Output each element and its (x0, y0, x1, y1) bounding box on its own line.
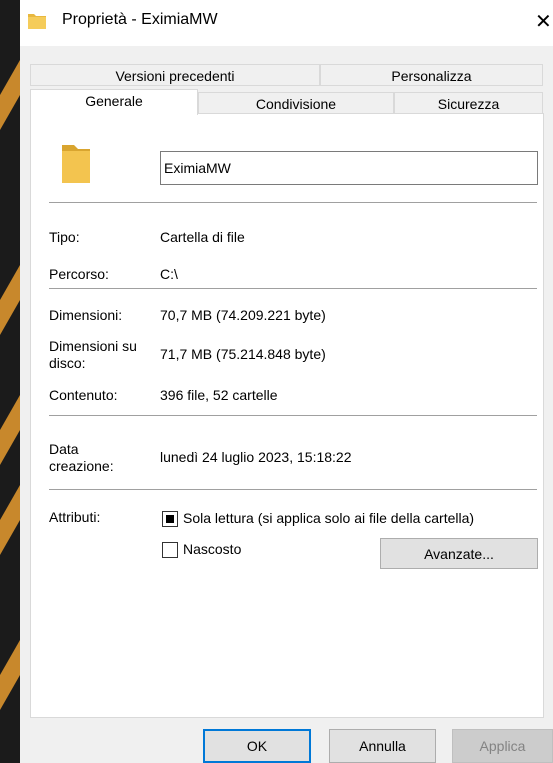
readonly-label: Sola lettura (si applica solo ai file de… (183, 510, 475, 526)
cancel-button[interactable]: Annulla (329, 729, 436, 763)
indeterminate-indicator (166, 515, 174, 523)
size-on-disk-value: 71,7 MB (75.214.848 byte) (160, 346, 326, 362)
title-bar: Proprietà - EximiaMW ✕ (20, 0, 553, 46)
contents-value: 396 file, 52 cartelle (160, 387, 278, 403)
type-label: Tipo: (49, 229, 80, 245)
apply-button[interactable]: Applica (452, 729, 553, 763)
size-label: Dimensioni: (49, 307, 123, 323)
hidden-label: Nascosto (183, 541, 242, 557)
attributes-label: Attributi: (49, 509, 101, 525)
created-label: Data creazione: (49, 441, 114, 474)
tab-condivisione[interactable]: Condivisione (198, 92, 394, 114)
tab-label: Generale (85, 93, 143, 109)
tab-label: Condivisione (255, 96, 337, 112)
contents-label: Contenuto: (49, 387, 118, 403)
tab-generale[interactable]: Generale (30, 89, 198, 115)
readonly-checkbox[interactable] (162, 511, 178, 527)
separator (49, 288, 537, 289)
tab-personalizza[interactable]: Personalizza (320, 64, 543, 86)
size-on-disk-label: Dimensioni su disco: (49, 338, 137, 371)
tab-label: Versioni precedenti (115, 68, 235, 84)
separator (49, 489, 537, 490)
path-label: Percorso: (49, 266, 109, 282)
hidden-checkbox[interactable] (162, 542, 178, 558)
tab-sicurezza[interactable]: Sicurezza (394, 92, 543, 114)
folder-name-input[interactable] (160, 151, 538, 185)
separator (49, 202, 537, 203)
folder-icon (28, 14, 46, 29)
path-value: C:\ (160, 266, 178, 282)
properties-window: Proprietà - EximiaMW ✕ Versioni preceden… (20, 0, 553, 763)
tab-label: Sicurezza (437, 96, 500, 112)
advanced-button[interactable]: Avanzate... (380, 538, 538, 569)
close-button[interactable]: ✕ (535, 6, 553, 38)
type-value: Cartella di file (160, 229, 245, 245)
separator (49, 415, 537, 416)
tab-versioni-precedenti[interactable]: Versioni precedenti (30, 64, 320, 86)
created-value: lunedì 24 luglio 2023, 15:18:22 (160, 449, 352, 465)
tab-label: Personalizza (391, 68, 472, 84)
size-value: 70,7 MB (74.209.221 byte) (160, 307, 326, 323)
window-title: Proprietà - EximiaMW (62, 11, 218, 28)
folder-icon (62, 145, 90, 183)
ok-button[interactable]: OK (203, 729, 311, 763)
